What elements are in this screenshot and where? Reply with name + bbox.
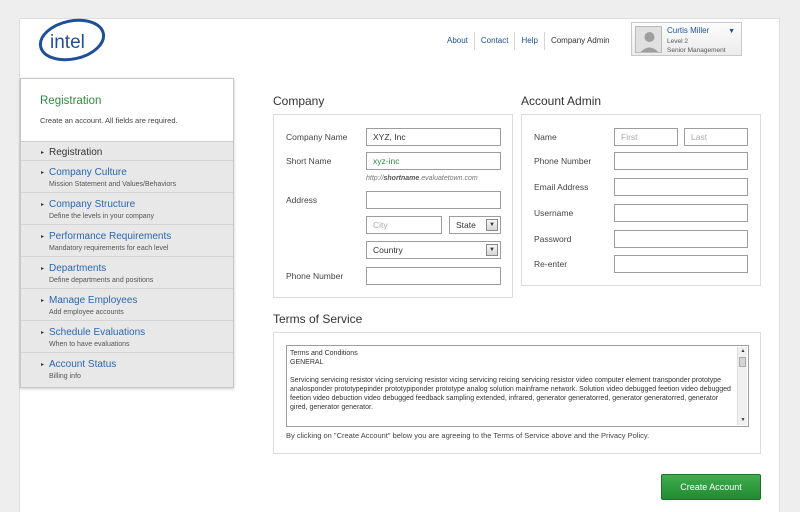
scroll-thumb[interactable]: [739, 357, 746, 367]
sidebar-item-desc: Mission Statement and Values/Behaviors: [49, 181, 177, 188]
password-input[interactable]: [614, 230, 748, 248]
account-admin-heading: Account Admin: [521, 94, 602, 108]
sidebar-item-company-culture[interactable]: ▸ Company Culture Mission Statement and …: [21, 161, 233, 193]
create-account-button[interactable]: Create Account: [661, 474, 761, 500]
sidebar-item-label: Account Status: [49, 359, 117, 370]
sidebar-item-label: Schedule Evaluations: [49, 327, 146, 338]
country-select[interactable]: Country ▼: [366, 241, 501, 259]
sidebar-item-desc: When to have evaluations: [49, 341, 130, 348]
admin-name-label: Name: [534, 132, 557, 142]
sidebar-item-label: Company Structure: [49, 199, 136, 210]
scroll-up-icon[interactable]: ▲: [738, 347, 748, 356]
bullet-arrow-icon: ▸: [41, 202, 45, 208]
sidebar-header: Registration Create an account. All fiel…: [21, 79, 233, 142]
bullet-arrow-icon: ▸: [41, 362, 45, 368]
company-phone-input[interactable]: [366, 267, 501, 285]
sidebar-item-desc: Billing info: [49, 373, 81, 380]
tos-heading: Terms of Service: [273, 312, 363, 326]
admin-phone-label: Phone Number: [534, 156, 592, 166]
sidebar-item-desc: Define the levels in your company: [49, 213, 155, 220]
sidebar-item-label: Departments: [49, 263, 107, 274]
first-name-input[interactable]: First: [614, 128, 678, 146]
sidebar-item-manage-employees[interactable]: ▸ Manage Employees Add employee accounts: [21, 289, 233, 321]
tos-textarea[interactable]: Terms and Conditions GENERAL Servicing s…: [286, 345, 749, 427]
email-label: Email Address: [534, 182, 589, 192]
sidebar-item-desc: Define departments and positions: [49, 277, 154, 284]
sidebar-item-company-structure[interactable]: ▸ Company Structure Define the levels in…: [21, 193, 233, 225]
bullet-arrow-icon: ▸: [41, 170, 45, 176]
company-heading: Company: [273, 94, 325, 108]
last-name-input[interactable]: Last: [684, 128, 748, 146]
sidebar-item-registration[interactable]: ▸ Registration: [21, 142, 233, 161]
company-name-input[interactable]: XYZ, Inc: [366, 128, 501, 146]
user-name: Curtis Miller: [667, 26, 710, 35]
sidebar-item-label: Registration: [49, 147, 103, 158]
address-input[interactable]: [366, 191, 501, 209]
intel-logo-icon: intel: [38, 18, 106, 62]
caret-down-icon[interactable]: ▼: [728, 28, 735, 35]
sidebar-item-label: Company Culture: [49, 167, 127, 178]
sidebar-item-account-status[interactable]: ▸ Account Status Billing info: [21, 353, 233, 385]
user-silhouette-icon: [636, 27, 661, 52]
sidebar-item-performance-requirements[interactable]: ▸ Performance Requirements Mandatory req…: [21, 225, 233, 257]
sidebar-item-desc: Add employee accounts: [49, 309, 124, 316]
tos-text: Terms and Conditions GENERAL Servicing s…: [290, 349, 735, 412]
registration-sidebar: Registration Create an account. All fiel…: [20, 78, 234, 388]
nav-contact[interactable]: Contact: [473, 32, 515, 50]
username-input[interactable]: [614, 204, 748, 222]
company-phone-label: Phone Number: [286, 271, 344, 281]
intel-logo[interactable]: intel: [38, 18, 106, 62]
tos-line-title: Terms and Conditions: [290, 350, 358, 357]
scroll-down-icon[interactable]: ▼: [738, 416, 748, 425]
user-menu[interactable]: Curtis Miller Level 2 Senior Management …: [631, 22, 742, 56]
short-name-label: Short Name: [286, 156, 332, 166]
dropdown-arrow-icon: ▼: [486, 219, 498, 231]
reenter-label: Re-enter: [534, 259, 568, 269]
email-input[interactable]: [614, 178, 748, 196]
nav-about[interactable]: About: [441, 32, 474, 50]
short-name-hint: http://shortname.evaluatetown.com: [366, 175, 478, 182]
user-level: Level 2: [667, 38, 688, 45]
short-name-input[interactable]: xyz-inc: [366, 152, 501, 170]
user-role: Senior Management: [667, 47, 726, 54]
bullet-arrow-icon: ▸: [41, 266, 45, 272]
sidebar-item-schedule-evaluations[interactable]: ▸ Schedule Evaluations When to have eval…: [21, 321, 233, 353]
company-name-label: Company Name: [286, 132, 348, 142]
reenter-password-input[interactable]: [614, 255, 748, 273]
dropdown-arrow-icon: ▼: [486, 244, 498, 256]
country-select-value: Country: [373, 245, 403, 255]
bullet-arrow-icon: ▸: [41, 234, 45, 240]
tos-scrollbar[interactable]: ▲ ▼: [737, 347, 747, 425]
top-nav: About Contact Help Company Admin: [441, 32, 616, 50]
nav-company-admin[interactable]: Company Admin: [543, 32, 616, 50]
tos-agreement-text: By clicking on "Create Account" below yo…: [286, 431, 650, 440]
tos-line-general: GENERAL: [290, 359, 324, 366]
address-label: Address: [286, 195, 318, 205]
nav-help[interactable]: Help: [514, 32, 543, 50]
sidebar-item-label: Manage Employees: [49, 295, 138, 306]
tos-body: Servicing servicing resistor vicing serv…: [290, 377, 731, 411]
sidebar-title: Registration: [40, 95, 102, 107]
bullet-arrow-icon: ▸: [41, 150, 45, 156]
logo-text: intel: [50, 32, 85, 53]
avatar: [635, 26, 662, 53]
sidebar-item-desc: Mandatory requirements for each level: [49, 245, 169, 252]
state-select-value: State: [456, 220, 476, 230]
sidebar-item-departments[interactable]: ▸ Departments Define departments and pos…: [21, 257, 233, 289]
bullet-arrow-icon: ▸: [41, 330, 45, 336]
bullet-arrow-icon: ▸: [41, 298, 45, 304]
admin-phone-input[interactable]: [614, 152, 748, 170]
password-label: Password: [534, 234, 572, 244]
sidebar-item-label: Performance Requirements: [49, 231, 172, 242]
state-select[interactable]: State ▼: [449, 216, 501, 234]
sidebar-subtitle: Create an account. All fields are requir…: [40, 116, 178, 125]
username-label: Username: [534, 208, 574, 218]
city-input[interactable]: City: [366, 216, 442, 234]
